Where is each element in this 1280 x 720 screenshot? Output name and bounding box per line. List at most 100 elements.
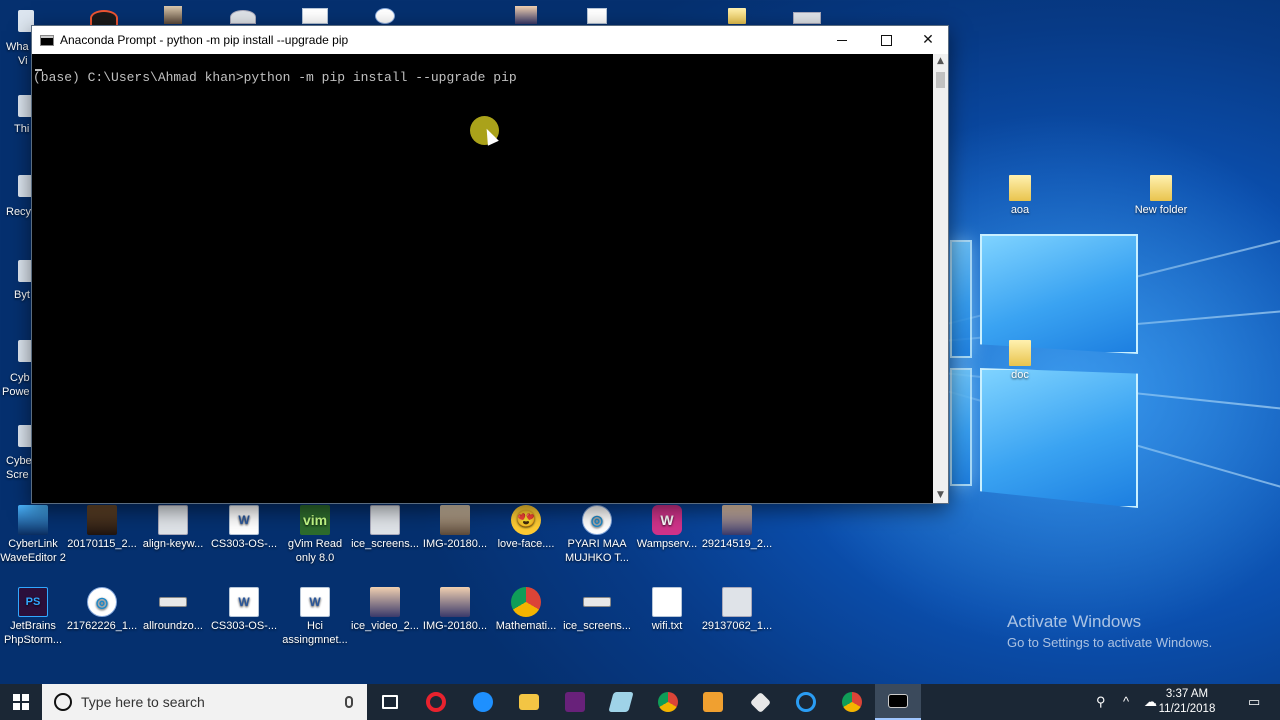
microphone-icon[interactable] — [345, 696, 353, 708]
windows-logo-pane — [950, 240, 972, 358]
desktop-icon[interactable] — [587, 8, 607, 24]
desktop-icon-file[interactable]: 😍 love-face.... — [490, 505, 562, 551]
taskbar-visual-studio[interactable] — [552, 684, 598, 720]
people-icon[interactable]: ⚲ — [1096, 694, 1106, 710]
desktop-icon-file[interactable]: 29137062_1... — [701, 587, 773, 633]
image-icon — [440, 587, 470, 617]
system-tray: ⚲ ^ ☁ 3:37 AM 11/21/2018 ▭ — [1080, 684, 1280, 720]
clock[interactable]: 3:37 AM 11/21/2018 — [1156, 687, 1218, 717]
image-icon — [370, 587, 400, 617]
taskbar-anaconda-prompt[interactable] — [875, 684, 921, 720]
desktop-icon-label: wifi.txt — [651, 620, 683, 632]
folder-icon — [1009, 340, 1031, 366]
desktop-icon-file[interactable]: W Hci assingmnet... — [279, 587, 351, 647]
close-button[interactable]: ✕ — [906, 26, 950, 54]
text-file-icon — [652, 587, 682, 617]
desktop-icon[interactable] — [302, 8, 328, 24]
desktop-icon-file[interactable]: W CS303-OS-... — [208, 587, 280, 633]
desktop-icon-file[interactable]: ice_screens... — [349, 505, 421, 551]
taskbar-opera[interactable] — [413, 684, 459, 720]
desktop-icon-label: Wha — [6, 41, 29, 53]
media-icon: ◎ — [582, 505, 612, 535]
folder-icon — [1150, 175, 1172, 201]
minimize-button[interactable] — [820, 26, 864, 54]
desktop-icon-file[interactable]: ice_screens... — [561, 587, 633, 633]
windows-logo-pane — [980, 234, 1138, 354]
prompt-line: (base) C:\Users\Ahmad khan>python -m pip… — [33, 70, 517, 85]
taskbar-internet-explorer[interactable] — [783, 684, 829, 720]
desktop-icon-file[interactable]: 29214519_2... — [701, 505, 773, 551]
text-caret — [35, 69, 42, 71]
word-icon: W — [229, 587, 259, 617]
maximize-icon — [880, 34, 892, 46]
chrome-icon — [842, 692, 862, 712]
desktop-icon-label: ice_screens... — [563, 620, 631, 632]
desktop-folder-aoa[interactable]: aoa — [984, 175, 1056, 217]
taskbar-app[interactable] — [598, 684, 644, 720]
desktop-icon[interactable] — [515, 6, 537, 24]
notifications-icon[interactable]: ▭ — [1248, 694, 1260, 710]
search-box[interactable]: Type here to search — [42, 684, 367, 720]
taskbar-chrome-2[interactable] — [829, 684, 875, 720]
desktop-icon-file[interactable]: W CS303-OS-... — [208, 505, 280, 551]
desktop-icon-file[interactable]: IMG-20180... — [419, 587, 491, 633]
desktop-icon-label: gVim Read only 8.0 — [287, 538, 343, 564]
desktop-icon-file[interactable]: ice_video_2... — [349, 587, 421, 633]
taskbar-media-player[interactable] — [690, 684, 736, 720]
desktop-icon-file[interactable]: 20170115_2... — [66, 505, 138, 551]
windows-logo-pane — [980, 368, 1138, 508]
desktop-icon-label: 29137062_1... — [701, 620, 773, 632]
window-titlebar[interactable]: Anaconda Prompt - python -m pip install … — [32, 26, 948, 54]
desktop-icon-label: Recy — [6, 206, 32, 218]
scroll-down-icon[interactable]: ▼ — [933, 488, 948, 503]
image-icon — [722, 587, 752, 617]
desktop-icon-file[interactable]: ◎ PYARI MAA MUJHKO T... — [561, 505, 633, 565]
desktop-icon[interactable] — [90, 10, 118, 26]
desktop-icon[interactable] — [375, 8, 395, 24]
desktop-icon-label: align-keyw... — [142, 538, 204, 550]
desktop-icon-label: PYARI MAA MUJHKO T... — [565, 538, 629, 564]
git-icon — [749, 691, 771, 713]
desktop-icon[interactable] — [230, 10, 256, 24]
desktop-icon-file[interactable]: wifi.txt — [631, 587, 703, 633]
task-view-button[interactable] — [367, 684, 413, 720]
desktop-icon-file[interactable]: ◎ 21762226_1... — [66, 587, 138, 633]
console-app-icon — [40, 34, 54, 46]
desktop-icon-phpstorm[interactable]: PS JetBrains PhpStorm... — [0, 587, 69, 647]
opera-icon — [426, 692, 446, 712]
desktop-icon-file[interactable]: IMG-20180... — [419, 505, 491, 551]
desktop-icon-gvim[interactable]: vim gVim Read only 8.0 — [279, 505, 351, 565]
scrollbar-thumb[interactable] — [936, 72, 945, 88]
desktop-icon-label: Scre — [6, 469, 29, 481]
anaconda-prompt-window[interactable]: Anaconda Prompt - python -m pip install … — [31, 25, 949, 504]
internet-explorer-icon — [796, 692, 816, 712]
taskbar-edge[interactable] — [460, 684, 506, 720]
desktop-folder-new-folder[interactable]: New folder — [1125, 175, 1197, 217]
vertical-scrollbar[interactable]: ▲ ▼ — [933, 54, 948, 503]
chevron-up-icon[interactable]: ^ — [1123, 694, 1129, 709]
image-icon — [583, 597, 611, 607]
desktop-icon-file[interactable]: allroundzo... — [137, 587, 209, 633]
scroll-up-icon[interactable]: ▲ — [933, 54, 948, 69]
start-button[interactable] — [0, 684, 42, 720]
desktop-icon-file[interactable]: align-keyw... — [137, 505, 209, 551]
desktop-icon-file[interactable]: Mathemati... — [490, 587, 562, 633]
desktop-icon[interactable] — [728, 8, 746, 24]
maximize-button[interactable] — [864, 26, 908, 54]
word-icon: W — [300, 587, 330, 617]
desktop-icon[interactable] — [793, 12, 821, 24]
desktop-icon-wampserver[interactable]: W Wampserv... — [631, 505, 703, 551]
desktop-icon-label: New folder — [1134, 204, 1188, 216]
desktop-icon[interactable] — [164, 6, 182, 24]
desktop-icon-label: CyberLink WaveEditor 2 — [0, 538, 66, 564]
desktop-icon-label: Mathemati... — [495, 620, 557, 632]
emoji-icon: 😍 — [511, 505, 541, 535]
taskbar-file-explorer[interactable] — [506, 684, 552, 720]
word-icon: W — [229, 505, 259, 535]
window-title: Anaconda Prompt - python -m pip install … — [60, 33, 349, 47]
desktop-folder-doc[interactable]: doc — [984, 340, 1056, 382]
taskbar-git[interactable] — [737, 684, 783, 720]
wave-icon — [18, 505, 48, 535]
desktop-icon-wave-editor[interactable]: CyberLink WaveEditor 2 — [0, 505, 69, 565]
taskbar-chrome[interactable] — [645, 684, 691, 720]
